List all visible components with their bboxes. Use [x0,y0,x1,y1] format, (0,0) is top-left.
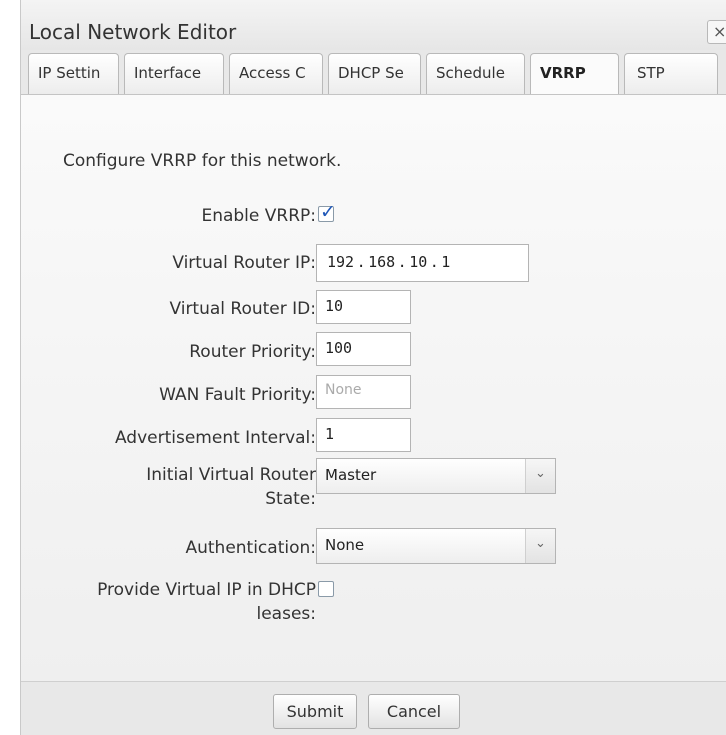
checkmark-icon: ✓ [320,201,336,223]
tab-label: IP Settin [38,64,101,82]
enable-vrrp-label: Enable VRRP: [201,206,316,226]
ip-octet-4[interactable]: 1 [441,253,450,271]
tab-label: STP [637,64,665,82]
tab-label: VRRP [540,64,586,82]
submit-button[interactable]: Submit [273,694,357,729]
close-button[interactable]: × [707,20,726,44]
dialog-titlebar: Local Network Editor × [21,0,726,50]
initial-state-label-line2: State: [265,489,316,509]
tab-access-control[interactable]: Access C [229,53,323,95]
chevron-down-icon: ⌄ [525,459,555,493]
tab-label: Access C [239,64,306,82]
initial-state-label: Initial Virtual Router State: [146,463,316,511]
initial-state-value: Master [325,466,377,484]
intro-text: Configure VRRP for this network. [63,151,342,171]
virtual-router-id-label: Virtual Router ID: [169,299,316,319]
tab-ip-settings[interactable]: IP Settin [28,53,119,95]
local-network-editor-dialog: Local Network Editor × IP Settin Interfa… [20,0,726,735]
advertisement-interval-label: Advertisement Interval: [114,428,316,448]
ip-octet-1[interactable]: 192 [327,253,354,271]
cancel-button[interactable]: Cancel [368,694,460,729]
ip-dot: . [356,253,366,271]
router-priority-label: Router Priority: [189,342,316,362]
tab-stp[interactable]: STP [624,53,718,95]
tab-label: DHCP Se [338,64,404,82]
tab-label: Interface [134,64,202,82]
vrrp-panel: Configure VRRP for this network. Enable … [21,94,726,682]
provide-vip-label-line1: Provide Virtual IP in DHCP [97,580,316,600]
wan-fault-priority-label: WAN Fault Priority: [159,385,316,405]
provide-vip-label: Provide Virtual IP in DHCP leases: [97,578,316,626]
authentication-select[interactable]: None ⌄ [316,528,556,564]
tab-label: Schedule [436,64,505,82]
chevron-down-icon: ⌄ [525,529,555,563]
authentication-value: None [325,536,365,554]
wan-fault-priority-input: None [316,375,411,409]
tab-interface[interactable]: Interface [124,53,224,95]
provide-vip-checkbox[interactable] [318,581,334,597]
virtual-router-ip-field[interactable]: 192. 168. 10. 1 [316,244,529,282]
authentication-label: Authentication: [185,538,316,558]
close-icon: × [713,22,726,41]
tab-dhcp-server[interactable]: DHCP Se [328,53,421,95]
advertisement-interval-input[interactable]: 1 [316,418,411,452]
virtual-router-ip-label: Virtual Router IP: [172,253,316,273]
ip-dot: . [397,253,407,271]
dialog-title: Local Network Editor [29,20,237,44]
provide-vip-label-line2: leases: [256,604,317,624]
ip-octet-2[interactable]: 168 [368,253,395,271]
router-priority-input[interactable]: 100 [316,332,411,366]
initial-state-select[interactable]: Master ⌄ [316,458,556,494]
tab-schedule[interactable]: Schedule [426,53,525,95]
enable-vrrp-checkbox[interactable]: ✓ [318,201,336,223]
virtual-router-id-input[interactable]: 10 [316,290,411,324]
ip-dot: . [429,253,439,271]
tab-vrrp[interactable]: VRRP [530,53,619,96]
initial-state-label-line1: Initial Virtual Router [146,465,316,485]
ip-octet-3[interactable]: 10 [409,253,427,271]
tab-bar: IP Settin Interface Access C DHCP Se Sch… [21,53,726,96]
